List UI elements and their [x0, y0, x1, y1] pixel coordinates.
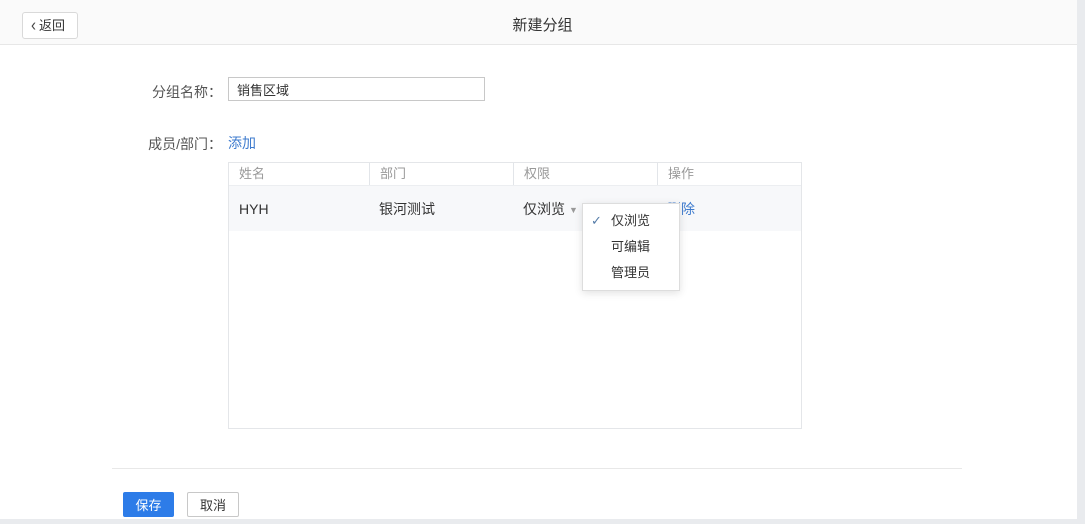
dropdown-option-label: 仅浏览	[611, 213, 651, 228]
new-group-page: ‹ 返回 新建分组 分组名称： 成员/部门： 添加 姓名 部门 权限 操作 HY…	[0, 0, 1085, 524]
cell-department: 银河测试	[379, 200, 435, 217]
horizontal-scrollbar[interactable]	[0, 519, 1085, 524]
save-button[interactable]: 保存	[123, 492, 174, 517]
group-name-label: 分组名称：	[152, 84, 222, 100]
column-header-name: 姓名	[239, 166, 266, 181]
column-header-action: 操作	[657, 163, 801, 185]
cancel-button[interactable]: 取消	[187, 492, 239, 517]
members-label: 成员/部门：	[148, 136, 222, 152]
cell-name: HYH	[239, 200, 269, 217]
permission-dropdown-menu: ✓ 仅浏览 可编辑 管理员	[582, 203, 680, 291]
table-row: HYH 银河测试 仅浏览 ▼ 删除	[229, 186, 801, 231]
page-title: 新建分组	[512, 17, 573, 34]
group-name-input[interactable]	[228, 77, 485, 101]
permission-dropdown-trigger[interactable]: 仅浏览 ▼	[523, 201, 578, 217]
dropdown-option-label: 管理员	[611, 265, 651, 280]
footer-divider	[112, 468, 962, 469]
vertical-scrollbar[interactable]	[1077, 0, 1085, 524]
dropdown-option-label: 可编辑	[611, 239, 651, 254]
dropdown-option-editable[interactable]: 可编辑	[583, 234, 679, 260]
column-header-permission: 权限	[513, 163, 657, 185]
column-header-department: 部门	[369, 163, 513, 185]
caret-down-icon: ▼	[569, 204, 578, 215]
add-member-link[interactable]: 添加	[228, 133, 256, 153]
dropdown-option-admin[interactable]: 管理员	[583, 260, 679, 286]
permission-value: 仅浏览	[523, 200, 565, 217]
dropdown-option-view-only[interactable]: ✓ 仅浏览	[583, 208, 679, 234]
table-header-row: 姓名 部门 权限 操作	[229, 163, 801, 186]
check-icon: ✓	[591, 213, 602, 228]
members-table: 姓名 部门 权限 操作 HYH 银河测试 仅浏览 ▼ 删除	[228, 162, 802, 429]
top-bar: ‹ 返回 新建分组	[0, 0, 1085, 45]
